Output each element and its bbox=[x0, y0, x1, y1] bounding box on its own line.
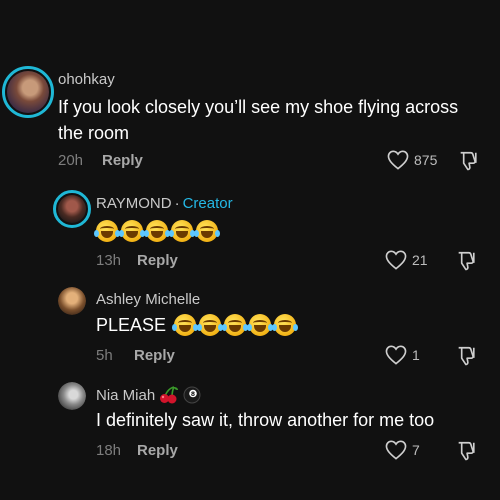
comment-time: 18h bbox=[96, 442, 122, 459]
reply-button[interactable]: Reply bbox=[134, 347, 175, 364]
cherries-emoji bbox=[160, 386, 179, 404]
dislike-icon[interactable] bbox=[455, 440, 477, 462]
heart-icon bbox=[385, 345, 407, 365]
avatar-ohohkay[interactable] bbox=[2, 66, 54, 118]
heart-icon bbox=[387, 150, 409, 170]
svg-text:8: 8 bbox=[191, 391, 195, 398]
laughing-with-tears-emoji bbox=[272, 314, 299, 336]
reply-button[interactable]: Reply bbox=[137, 442, 178, 459]
8-ball-emoji: 8 bbox=[183, 386, 201, 404]
comment-time: 13h bbox=[96, 252, 122, 269]
like-count: 7 bbox=[412, 442, 420, 458]
laughing-emoji-row bbox=[172, 314, 299, 336]
comments-screen: ohohkay If you look closely you’ll see m… bbox=[0, 0, 500, 500]
dislike-icon[interactable] bbox=[455, 345, 477, 367]
laughing-with-tears-emoji bbox=[197, 314, 224, 336]
reply-button[interactable]: Reply bbox=[137, 252, 178, 269]
comment-text-please: PLEASE bbox=[96, 315, 167, 335]
comment-username[interactable]: ohohkay bbox=[58, 71, 115, 88]
laughing-with-tears-emoji bbox=[222, 314, 249, 336]
like-count: 1 bbox=[412, 347, 420, 363]
username-nia-miah[interactable]: Nia Miah bbox=[96, 387, 155, 404]
laughing-emoji-row bbox=[94, 220, 220, 242]
heart-icon bbox=[385, 250, 407, 270]
comment-text: I definitely saw it, throw another for m… bbox=[96, 410, 435, 430]
dislike-icon[interactable] bbox=[457, 150, 479, 172]
avatar-ashley-michelle[interactable] bbox=[58, 287, 86, 315]
like-count: 21 bbox=[412, 252, 428, 268]
like-button[interactable]: 7 bbox=[385, 440, 420, 460]
reply-button[interactable]: Reply bbox=[102, 152, 143, 169]
laughing-with-tears-emoji bbox=[144, 220, 170, 242]
heart-icon bbox=[385, 440, 407, 460]
like-button[interactable]: 875 bbox=[387, 150, 437, 170]
comment-username: RAYMOND · Creator bbox=[96, 195, 233, 212]
comment-time: 5h bbox=[96, 347, 113, 364]
like-button[interactable]: 21 bbox=[385, 250, 428, 270]
creator-badge: Creator bbox=[182, 195, 233, 212]
comment-username[interactable]: Ashley Michelle bbox=[96, 291, 200, 308]
laughing-with-tears-emoji bbox=[169, 220, 195, 242]
laughing-with-tears-emoji bbox=[172, 314, 199, 336]
avatar-nia-miah[interactable] bbox=[58, 382, 86, 410]
laughing-with-tears-emoji bbox=[194, 220, 220, 242]
like-button[interactable]: 1 bbox=[385, 345, 420, 365]
comment-text: PLEASE bbox=[96, 312, 299, 338]
laughing-with-tears-emoji bbox=[94, 220, 120, 242]
separator: · bbox=[174, 195, 180, 212]
laughing-with-tears-emoji bbox=[119, 220, 145, 242]
comment-username: Nia Miah 8 bbox=[96, 386, 201, 404]
dislike-icon[interactable] bbox=[455, 250, 477, 272]
avatar-raymond[interactable] bbox=[53, 190, 91, 228]
comment-time: 20h bbox=[58, 152, 84, 169]
like-count: 875 bbox=[414, 152, 438, 168]
laughing-with-tears-emoji bbox=[247, 314, 274, 336]
comment-text: If you look closely you’ll see my shoe f… bbox=[58, 97, 459, 143]
username-raymond[interactable]: RAYMOND bbox=[96, 195, 172, 212]
